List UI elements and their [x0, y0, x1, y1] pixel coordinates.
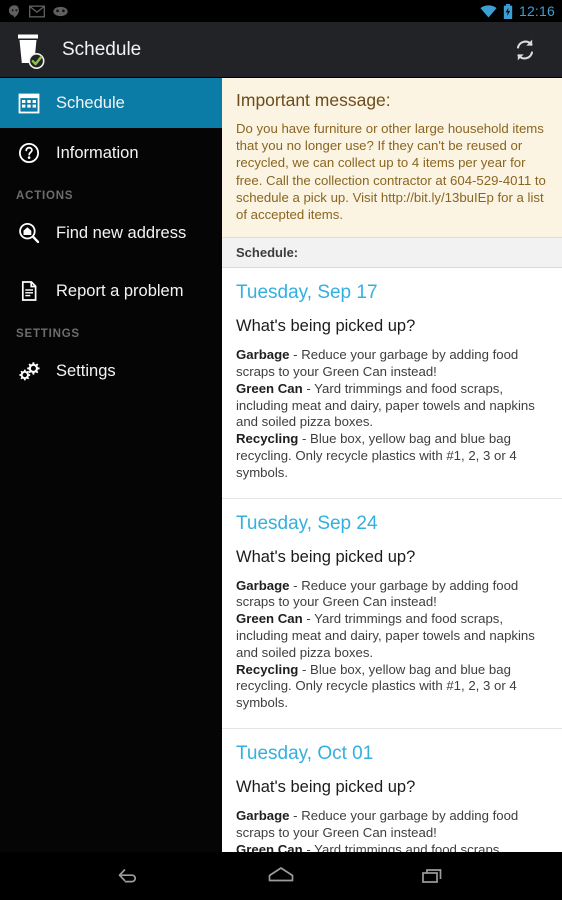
battery-charging-icon [503, 3, 513, 19]
content-pane: Important message: Do you have furniture… [222, 78, 562, 852]
entry-date: Tuesday, Oct 01 [236, 742, 374, 764]
action-bar: Schedule [0, 22, 562, 78]
body: Schedule Information ACTIONS Find new ad… [0, 78, 562, 852]
entry-items: Garbage - Reduce your garbage by adding … [236, 578, 548, 712]
item-name: Green Can [236, 841, 303, 852]
question-mark-icon [14, 142, 44, 164]
sidebar-item-label: Schedule [56, 93, 125, 112]
schedule-entry[interactable]: Tuesday, Sep 17 What's being picked up? … [222, 268, 562, 499]
sidebar-item-label: Settings [56, 361, 116, 380]
important-message-body: Do you have furniture or other large hou… [236, 121, 546, 223]
page-title: Schedule [62, 38, 142, 60]
item-name: Recycling [236, 431, 299, 447]
system-navigation-bar [0, 852, 562, 900]
important-message-title: Important message: [236, 90, 391, 110]
sidebar-section-actions: ACTIONS [16, 190, 74, 202]
item-name: Garbage [236, 807, 290, 823]
home-button[interactable] [255, 854, 307, 898]
sidebar-item-label: Report a problem [56, 281, 184, 300]
recents-button[interactable] [407, 854, 459, 898]
status-bar-notifications [7, 4, 69, 19]
status-bar-clock: 12:16 [518, 3, 555, 19]
entry-items: Garbage - Reduce your garbage by adding … [236, 347, 548, 481]
entry-items: Garbage - Reduce your garbage by adding … [236, 808, 548, 852]
entry-question: What's being picked up? [236, 317, 416, 336]
status-bar: 12:16 [0, 0, 562, 22]
item-name: Recycling [236, 661, 299, 677]
cyanogenmod-icon [53, 6, 68, 16]
entry-date: Tuesday, Sep 17 [236, 282, 378, 304]
item-name: Green Can [236, 611, 303, 627]
document-icon [14, 280, 44, 302]
important-message-box: Important message: Do you have furniture… [222, 78, 562, 239]
back-icon [118, 869, 136, 883]
schedule-section-header: Schedule: [222, 238, 562, 269]
gears-icon [14, 360, 44, 382]
gmail-icon [29, 5, 45, 17]
back-button[interactable] [103, 854, 155, 898]
refresh-icon [516, 39, 534, 60]
app-root: 12:16 Schedule Schedule Information ACTI… [0, 0, 562, 900]
schedule-entry[interactable]: Tuesday, Oct 01 What's being picked up? … [222, 729, 562, 852]
sidebar-item-report-a-problem[interactable]: Report a problem [0, 266, 222, 316]
sidebar-item-find-new-address[interactable]: Find new address [0, 208, 222, 258]
entry-question: What's being picked up? [236, 547, 416, 566]
sidebar-item-label: Information [56, 143, 139, 162]
calendar-icon [14, 92, 44, 114]
sidebar-item-settings[interactable]: Settings [0, 346, 222, 396]
entry-date: Tuesday, Sep 24 [236, 512, 378, 534]
hangouts-icon [8, 4, 19, 18]
trash-bin-check-icon [14, 32, 48, 69]
sidebar-item-schedule[interactable]: Schedule [0, 78, 222, 128]
navigation-drawer: Schedule Information ACTIONS Find new ad… [0, 78, 222, 852]
wifi-icon [480, 4, 497, 17]
action-bar-buttons [502, 27, 548, 73]
sidebar-section-settings: SETTINGS [16, 328, 80, 340]
home-icon [268, 867, 294, 882]
sidebar-item-information[interactable]: Information [0, 128, 222, 178]
item-name: Garbage [236, 577, 290, 593]
sidebar-item-label: Find new address [56, 223, 187, 242]
item-name: Garbage [236, 347, 290, 363]
schedule-entry[interactable]: Tuesday, Sep 24 What's being picked up? … [222, 499, 562, 729]
refresh-button[interactable] [502, 27, 548, 73]
search-home-icon [14, 222, 44, 244]
status-bar-system: 12:16 [480, 3, 555, 19]
recents-icon [422, 869, 442, 883]
entry-question: What's being picked up? [236, 777, 416, 796]
item-name: Green Can [236, 380, 303, 396]
